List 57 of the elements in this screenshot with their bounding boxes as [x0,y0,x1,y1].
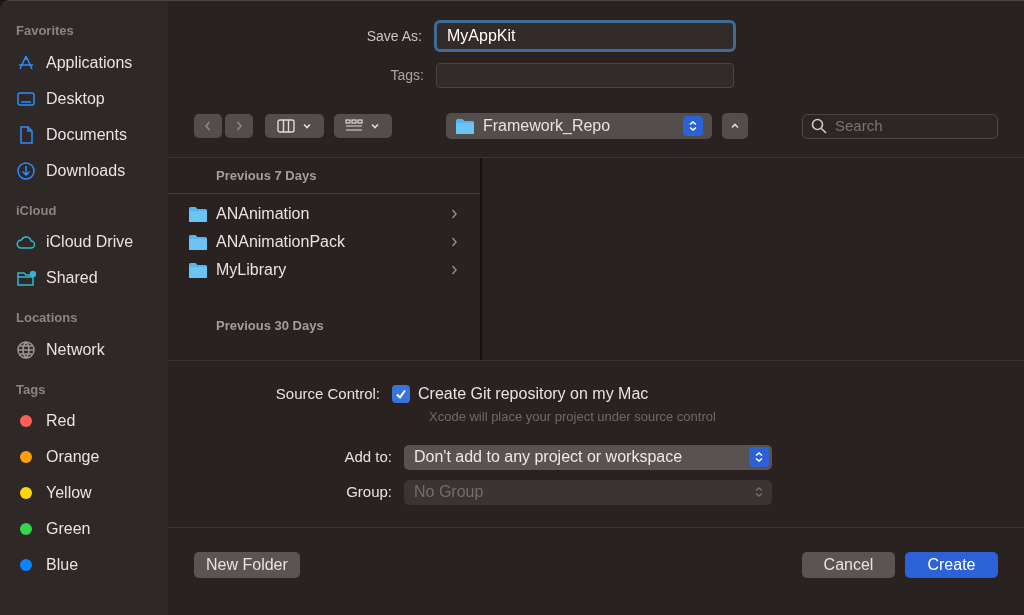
location-popup[interactable]: Framework_Repo [446,113,712,139]
back-button[interactable] [194,114,222,138]
folder-icon [455,117,475,135]
folder-icon [188,205,208,223]
sidebar-item[interactable]: Blue [16,547,152,583]
save-as-field[interactable]: MyAppKit [434,20,736,52]
folder-icon [188,261,208,279]
checkmark-icon [395,388,407,400]
folder-icon [188,233,208,251]
create-button[interactable]: Create [905,551,998,578]
sidebar-item[interactable]: Applications [16,44,152,81]
sidebar-item[interactable]: iCloud Drive [16,224,152,260]
up-down-chevron-icon [753,486,765,498]
cancel-button[interactable]: Cancel [802,551,895,578]
sidebar-item[interactable]: Orange [16,439,152,475]
sidebar-section-title: Locations [16,309,79,327]
folder-row[interactable]: MyLibrary [168,256,480,284]
checkbox-label: Create Git repository on my Mac [418,384,649,404]
forward-button[interactable] [225,114,253,138]
sidebar-item[interactable]: Network [16,331,152,368]
folder-row[interactable]: ANAnimation [168,200,480,228]
git-checkbox[interactable] [392,385,410,403]
view-mode-button[interactable] [265,114,324,138]
add-to-popup[interactable]: Don't add to any project or workspace [404,444,772,470]
globe-icon [16,339,36,360]
search-input[interactable]: Search [835,114,985,138]
group-header: Previous 30 Days [215,317,325,336]
field-label: Add to: [343,446,393,467]
group-mode-button[interactable] [334,114,392,138]
shared-folder-icon [16,268,36,288]
grid-icon [345,119,363,133]
up-down-chevron-icon [753,451,765,463]
field-label: Tags: [389,65,425,85]
sidebar-item[interactable]: Red [16,403,152,439]
group-header: Previous 7 Days [168,158,480,194]
folder-row[interactable]: ANAnimationPack [168,228,480,256]
sidebar-item[interactable]: Shared [16,260,152,296]
field-label: Group: [345,481,393,502]
field-label: Save As: [365,26,423,46]
field-label: Source Control: [274,383,381,404]
sidebar-item[interactable]: Yellow [16,475,152,511]
sidebar-item[interactable]: Desktop [16,80,152,117]
sidebar-section-title: Favorites [16,22,75,40]
hint-text: Xcode will place your project under source control [428,408,717,426]
up-down-chevron-icon [687,120,699,132]
columns-view-icon [276,119,295,133]
sidebar-item[interactable]: Green [16,511,152,547]
sidebar-section-title: iCloud [16,201,58,220]
search-icon [811,118,827,134]
search-field[interactable]: Search [802,113,998,139]
new-folder-button[interactable]: New Folder [194,551,300,578]
sidebar-item[interactable]: Downloads [16,152,152,189]
sidebar-section-title: Tags [16,380,47,399]
sidebar-item[interactable]: Documents [16,116,152,153]
tags-field[interactable] [436,62,734,88]
parent-folder-button[interactable] [722,113,748,139]
download-icon [16,160,36,181]
